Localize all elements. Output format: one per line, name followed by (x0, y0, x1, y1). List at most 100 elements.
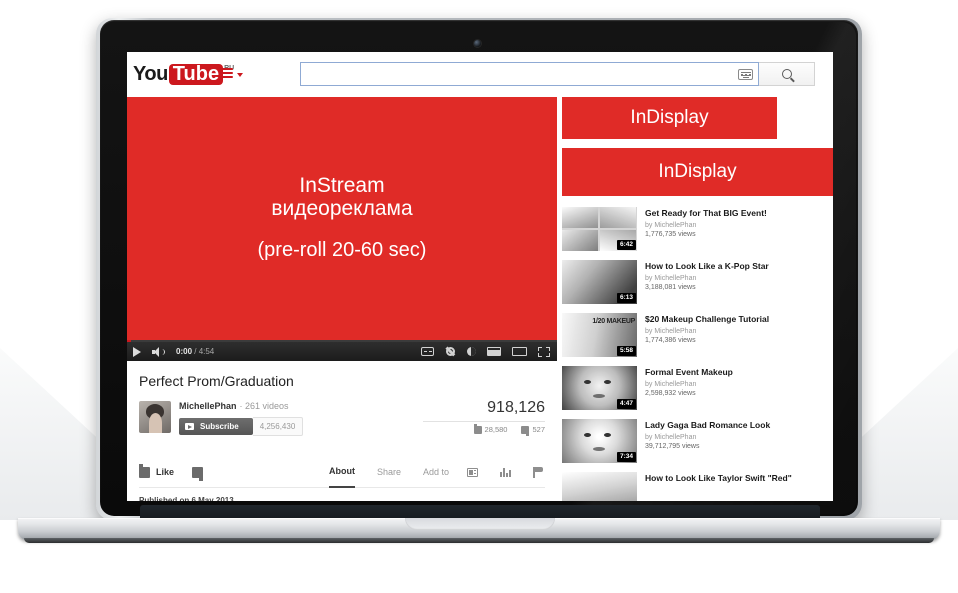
video-info: Get Ready for That BIG Event! by Michell… (645, 207, 767, 251)
like-button[interactable]: Like (139, 463, 175, 478)
player-left-controls: 0:00 / 4:54 (133, 342, 214, 361)
half-circle-icon[interactable] (467, 347, 476, 356)
like-count-group[interactable]: 28,580 (473, 423, 507, 434)
list-item[interactable]: 6:13 How to Look Like a K-Pop Star by Mi… (562, 260, 833, 304)
instream-line-1: InStream (299, 174, 385, 197)
wide-mode-icon[interactable] (512, 347, 527, 356)
video-meta: Perfect Prom/Graduation MichellePhan · 26… (127, 361, 557, 501)
current-time: 0:00 (176, 347, 193, 356)
duration-badge: 4:47 (616, 399, 636, 409)
player-right-controls (421, 342, 550, 361)
video-thumbnail[interactable] (562, 472, 637, 501)
channel-info: MichellePhan · 261 videos Subscribe 4,256… (179, 401, 304, 436)
tv-icon[interactable] (467, 467, 478, 477)
subscriber-count: 4,256,430 (252, 417, 304, 436)
instream-ad-text: InStream видеореклама (pre-roll 20-60 se… (127, 97, 557, 340)
search-icon (781, 69, 792, 79)
video-title[interactable]: How to Look Like Taylor Swift "Red" (645, 473, 792, 484)
player-time: 0:00 / 4:54 (176, 347, 214, 356)
laptop-foot (24, 538, 934, 543)
duration-badge: 7:34 (616, 452, 636, 462)
flag-icon[interactable] (533, 466, 543, 478)
publish-date: Published on 6 May 2013 (139, 488, 545, 501)
video-thumbnail[interactable]: 1/20 MAKEUP 5:58 (562, 313, 637, 357)
logo-tube-text: Tube (168, 64, 224, 85)
instream-ad-banner[interactable]: InStream видеореклама (pre-roll 20-60 se… (127, 97, 557, 340)
subscribe-row: Subscribe 4,256,430 (179, 417, 304, 436)
video-title[interactable]: Lady Gaga Bad Romance Look (645, 420, 770, 431)
laptop-hinge (140, 505, 820, 519)
dislike-count: 527 (532, 425, 545, 434)
video-info: How to Look Like Taylor Swift "Red" (645, 472, 792, 501)
youtube-logo[interactable]: You Tube RU (133, 64, 234, 85)
subscribe-button[interactable]: Subscribe (179, 418, 253, 435)
secondary-column: InDisplay InDisplay 6:42 Get Ready for T… (562, 97, 833, 501)
primary-column: InStream видеореклама (pre-roll 20-60 se… (127, 97, 557, 501)
action-bar: Like About Share Add to (139, 457, 545, 488)
video-thumbnail[interactable]: 6:13 (562, 260, 637, 304)
channel-name[interactable]: MichellePhan · 261 videos (179, 401, 303, 411)
list-item[interactable]: 1/20 MAKEUP 5:58 $20 Makeup Challenge Tu… (562, 313, 833, 357)
video-views: 1,774,386 views (645, 337, 696, 344)
duration-badge: 6:13 (616, 293, 636, 303)
indisplay-ad-1[interactable]: InDisplay (562, 97, 777, 139)
action-tabs: About Share Add to (329, 456, 449, 488)
dislike-count-group[interactable]: 527 (521, 425, 545, 434)
view-stats: 918,126 28,580 527 (423, 399, 545, 434)
search-input[interactable] (301, 64, 738, 84)
video-author: by MichellePhan (645, 328, 697, 335)
video-views: 39,712,795 views (645, 443, 700, 450)
progress-bar[interactable] (127, 340, 131, 342)
video-title[interactable]: How to Look Like a K-Pop Star (645, 261, 769, 272)
player-control-bar[interactable]: 0:00 / 4:54 (127, 340, 557, 361)
thumbnail-overlay-text: 1/20 MAKEUP (592, 318, 635, 325)
video-title[interactable]: $20 Makeup Challenge Tutorial (645, 314, 769, 325)
video-title[interactable]: Get Ready for That BIG Event! (645, 208, 767, 219)
list-item[interactable]: 6:42 Get Ready for That BIG Event! by Mi… (562, 207, 833, 251)
video-info: $20 Makeup Challenge Tutorial by Michell… (645, 313, 769, 357)
closed-caption-icon[interactable] (421, 347, 434, 356)
list-item[interactable]: How to Look Like Taylor Swift "Red" (562, 472, 833, 501)
hamburger-icon[interactable] (222, 68, 243, 80)
divider (423, 421, 545, 422)
channel-name-text: MichellePhan (179, 401, 237, 411)
view-count: 918,126 (487, 399, 545, 416)
gear-icon[interactable] (445, 346, 456, 357)
indisplay-ad-2[interactable]: InDisplay (562, 148, 833, 196)
video-title[interactable]: Formal Event Makeup (645, 367, 733, 378)
duration: 4:54 (198, 347, 215, 356)
youtube-header: You Tube RU (127, 52, 833, 97)
tab-about[interactable]: About (329, 456, 355, 488)
like-label: Like (156, 467, 175, 477)
list-item[interactable]: 4:47 Formal Event Makeup by MichellePhan… (562, 366, 833, 410)
list-item[interactable]: 7:34 Lady Gaga Bad Romance Look by Miche… (562, 419, 833, 463)
chevron-down-icon (237, 73, 243, 77)
youtube-play-icon (185, 423, 194, 430)
video-views: 1,776,735 views (645, 231, 696, 238)
video-author: by MichellePhan (645, 222, 697, 229)
logo-you-text: You (133, 63, 168, 85)
play-icon[interactable] (133, 346, 141, 357)
dislike-button[interactable] (192, 466, 204, 478)
statistics-icon[interactable] (500, 467, 511, 477)
screenshot-root: You Tube RU InStream видеореклама (0, 0, 958, 593)
duration-badge: 6:42 (616, 240, 636, 250)
video-thumbnail[interactable]: 7:34 (562, 419, 637, 463)
avatar[interactable] (139, 401, 171, 433)
video-info: Formal Event Makeup by MichellePhan 2,59… (645, 366, 733, 410)
video-info: Lady Gaga Bad Romance Look by MichellePh… (645, 419, 770, 463)
hamburger-lines (222, 68, 233, 80)
volume-icon[interactable] (152, 346, 165, 357)
video-views: 3,188,081 views (645, 284, 696, 291)
video-thumbnail[interactable]: 6:42 (562, 207, 637, 251)
tab-share[interactable]: Share (377, 457, 401, 487)
keyboard-icon[interactable] (738, 68, 753, 80)
video-thumbnail[interactable]: 4:47 (562, 366, 637, 410)
thumb-up-icon (139, 463, 150, 478)
theater-mode-icon[interactable] (487, 347, 501, 356)
fullscreen-icon[interactable] (538, 346, 550, 357)
search-button[interactable] (759, 62, 815, 86)
video-info: How to Look Like a K-Pop Star by Michell… (645, 260, 769, 304)
search-box[interactable] (300, 62, 759, 86)
tab-add-to[interactable]: Add to (423, 457, 449, 487)
